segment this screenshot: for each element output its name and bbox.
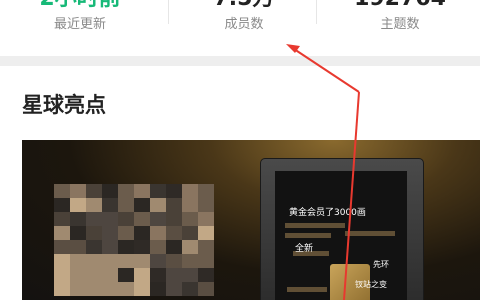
arrow-shaft-upper bbox=[290, 46, 360, 93]
annotation-arrow bbox=[286, 44, 360, 300]
arrow-shaft-lower bbox=[343, 91, 360, 300]
